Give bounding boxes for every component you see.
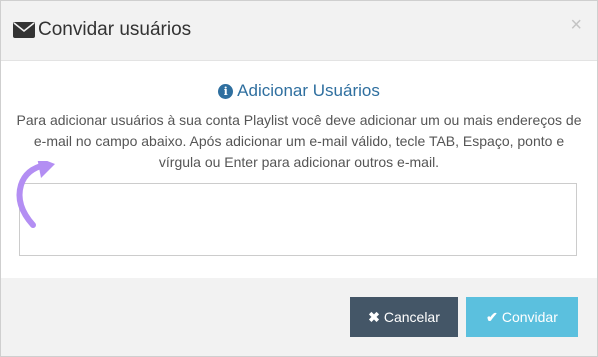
close-x-icon: ✖ [368,308,380,325]
section-title: i Adicionar Usuários [1,80,597,102]
invite-button-label: Convidar [501,309,558,325]
cancel-button[interactable]: ✖ Cancelar [350,297,458,337]
envelope-icon [13,22,35,38]
section-title-text: Adicionar Usuários [237,81,380,100]
curved-arrow-icon [16,161,55,228]
info-icon: i [218,84,234,99]
modal-body: i Adicionar Usuários Para adicionar usuár… [1,61,597,278]
invite-users-modal: Convidar usuários × i Adicionar Usuários … [0,0,598,357]
cancel-button-label: Cancelar [383,309,440,325]
instructions-text: Para adicionar usuários à sua conta Play… [16,112,582,170]
modal-footer: ✖ Cancelar ✔ Convidar [1,278,597,356]
modal-header: Convidar usuários × [1,1,597,61]
email-field[interactable] [19,183,577,256]
modal-title: Convidar usuários [38,19,192,40]
invite-button[interactable]: ✔ Convidar [466,297,578,337]
checkmark-icon: ✔ [486,308,498,325]
close-icon[interactable]: × [570,15,582,35]
